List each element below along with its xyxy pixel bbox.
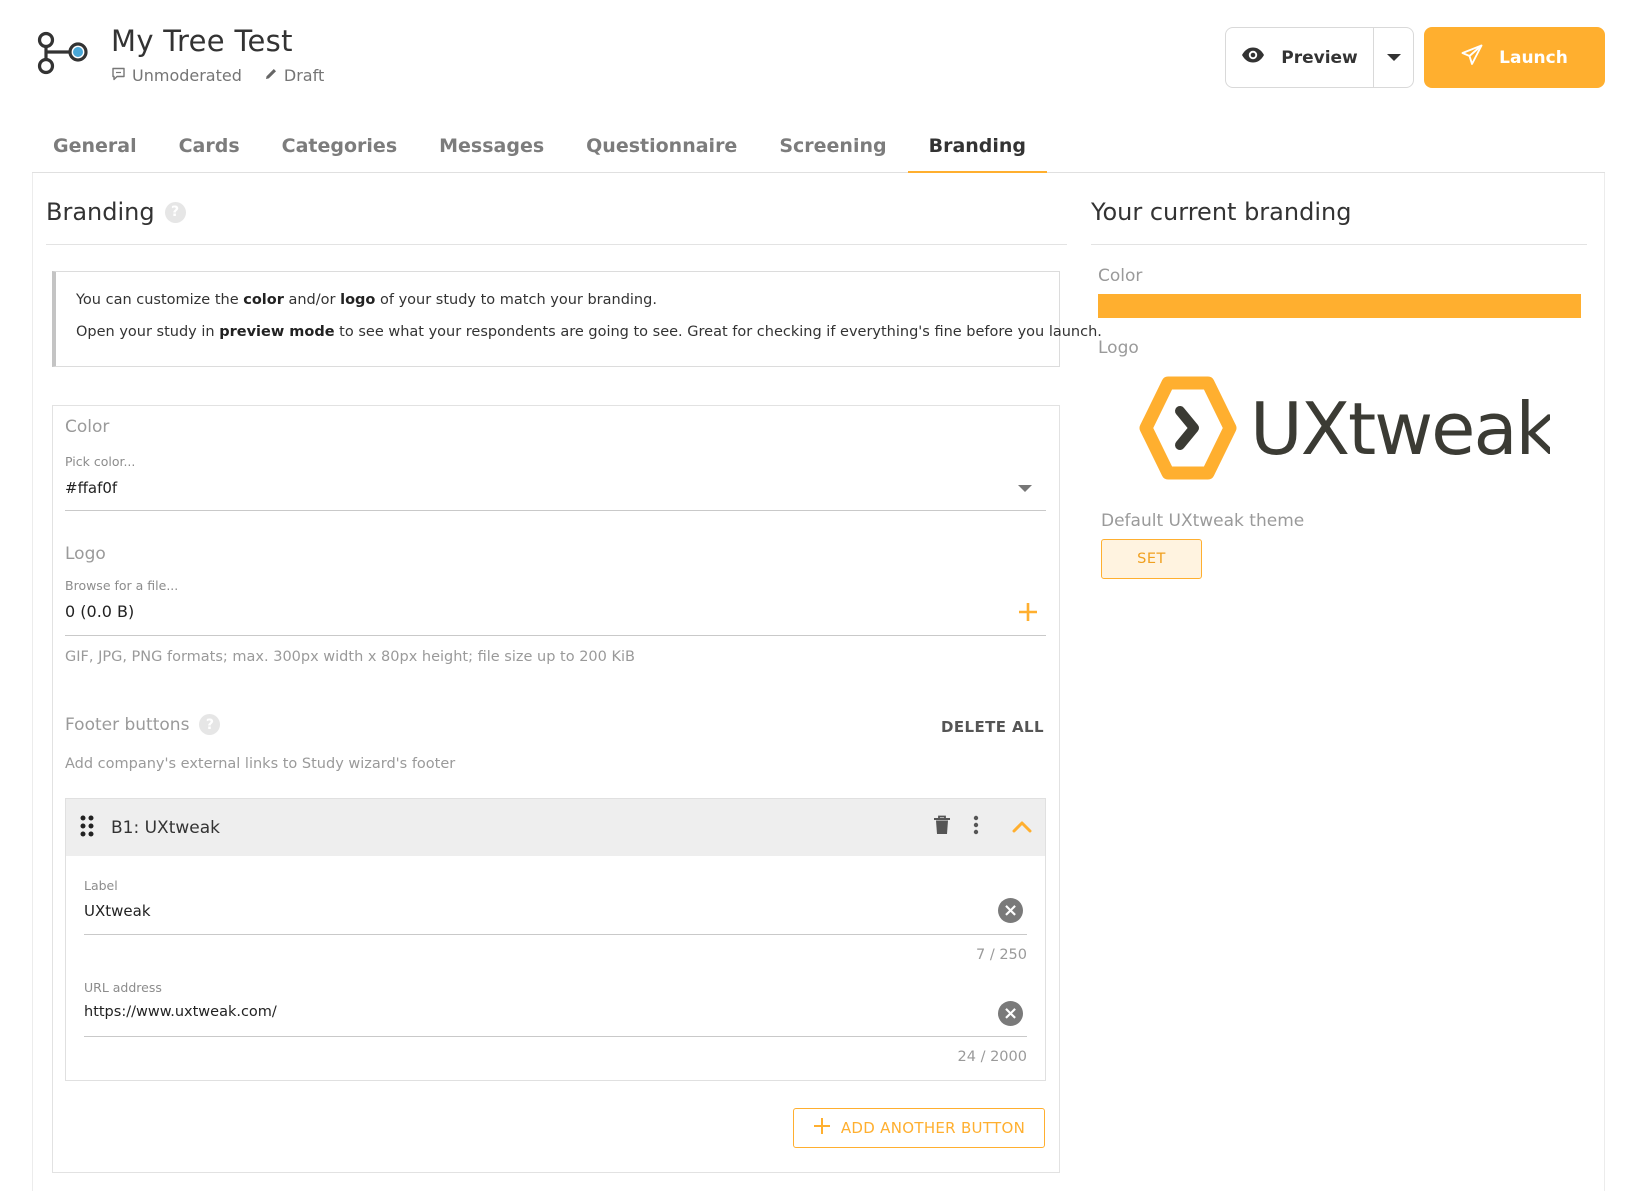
study-mode: Unmoderated — [132, 66, 242, 85]
pencil-icon — [264, 67, 278, 85]
current-branding-title: Your current branding — [1091, 198, 1352, 226]
url-field-label: URL address — [84, 980, 162, 995]
color-swatch — [1098, 294, 1581, 318]
clear-url-icon[interactable]: × — [998, 1001, 1023, 1026]
add-another-button[interactable]: ADD ANOTHER BUTTON — [793, 1108, 1045, 1148]
preview-dropdown-button[interactable] — [1373, 28, 1413, 87]
default-theme-label: Default UXtweak theme — [1101, 511, 1305, 531]
chevron-up-icon[interactable] — [1012, 818, 1032, 837]
color-section-label: Color — [65, 417, 110, 437]
eye-icon — [1241, 47, 1265, 68]
url-field-underline — [84, 1036, 1027, 1037]
branding-title: Branding — [46, 198, 155, 226]
divider — [1091, 244, 1587, 245]
label-field-label: Label — [84, 878, 118, 893]
study-status: Draft — [283, 66, 325, 85]
page-title: My Tree Test — [111, 24, 293, 58]
info-line-2: Open your study in preview mode to see w… — [76, 324, 1102, 340]
preview-button[interactable]: Preview — [1226, 28, 1373, 87]
url-char-counter: 24 / 2000 — [957, 1049, 1027, 1065]
logo-format-hint: GIF, JPG, PNG formats; max. 300px width … — [65, 649, 635, 665]
tab-messages[interactable]: Messages — [418, 128, 565, 173]
color-dropdown-icon[interactable] — [1018, 485, 1032, 492]
footer-buttons-hint: Add company's external links to Study wi… — [65, 756, 456, 772]
preview-button-group: Preview — [1225, 27, 1414, 88]
color-select-value[interactable]: #ffaf0f — [65, 479, 117, 497]
study-meta: Unmoderated Draft — [111, 66, 324, 85]
label-input[interactable]: UXtweak — [84, 902, 151, 920]
tab-screening[interactable]: Screening — [758, 128, 907, 173]
drag-handle-icon[interactable] — [80, 815, 94, 841]
add-another-label: ADD ANOTHER BUTTON — [840, 1119, 1026, 1137]
divider — [46, 244, 1067, 245]
label-char-counter: 7 / 250 — [975, 947, 1027, 963]
delete-all-button[interactable]: DELETE ALL — [941, 718, 1044, 736]
footer-buttons-label: Footer buttons — [65, 714, 190, 735]
paper-plane-icon — [1461, 44, 1483, 71]
footer-buttons-heading: Footer buttons ? — [65, 714, 221, 735]
logo-section-label: Logo — [65, 544, 106, 564]
launch-button[interactable]: Launch — [1424, 27, 1605, 88]
tab-questionnaire[interactable]: Questionnaire — [565, 128, 758, 173]
color-field-underline — [65, 510, 1046, 511]
chat-icon — [111, 67, 126, 85]
add-file-icon[interactable] — [1018, 602, 1038, 626]
help-icon[interactable]: ? — [199, 714, 221, 735]
tab-cards[interactable]: Cards — [158, 128, 261, 173]
trash-icon[interactable] — [933, 815, 951, 839]
footer-button-title: B1: UXtweak — [111, 818, 220, 838]
tree-test-icon — [36, 30, 92, 76]
help-icon[interactable]: ? — [164, 201, 186, 223]
tab-bar: General Cards Categories Messages Questi… — [32, 128, 1605, 173]
logo-file-value[interactable]: 0 (0.0 B) — [65, 602, 134, 621]
tab-branding[interactable]: Branding — [907, 128, 1048, 173]
plus-icon — [813, 1117, 831, 1139]
pick-color-label: Pick color... — [65, 454, 136, 469]
info-line-1: You can customize the color and/or logo … — [76, 292, 657, 308]
uxtweak-logo-text: UXtweak — [1250, 387, 1550, 471]
launch-label: Launch — [1499, 47, 1568, 68]
tab-general[interactable]: General — [32, 128, 158, 173]
label-field-underline — [84, 934, 1027, 935]
current-color-label: Color — [1098, 266, 1143, 286]
preview-label: Preview — [1281, 47, 1358, 68]
caret-down-icon — [1386, 54, 1401, 61]
tab-categories[interactable]: Categories — [261, 128, 418, 173]
info-callout: You can customize the color and/or logo … — [52, 271, 1102, 367]
clear-label-icon[interactable]: × — [998, 898, 1023, 923]
set-default-theme-button[interactable]: SET — [1101, 539, 1202, 579]
branding-heading: Branding ? — [46, 198, 186, 226]
logo-field-underline — [65, 635, 1046, 636]
browse-file-label: Browse for a file... — [65, 578, 179, 593]
uxtweak-logo: UXtweak — [1130, 373, 1560, 483]
more-vertical-icon[interactable] — [973, 815, 979, 839]
current-logo-label: Logo — [1098, 338, 1139, 358]
url-input[interactable]: https://www.uxtweak.com/ — [84, 1004, 277, 1020]
